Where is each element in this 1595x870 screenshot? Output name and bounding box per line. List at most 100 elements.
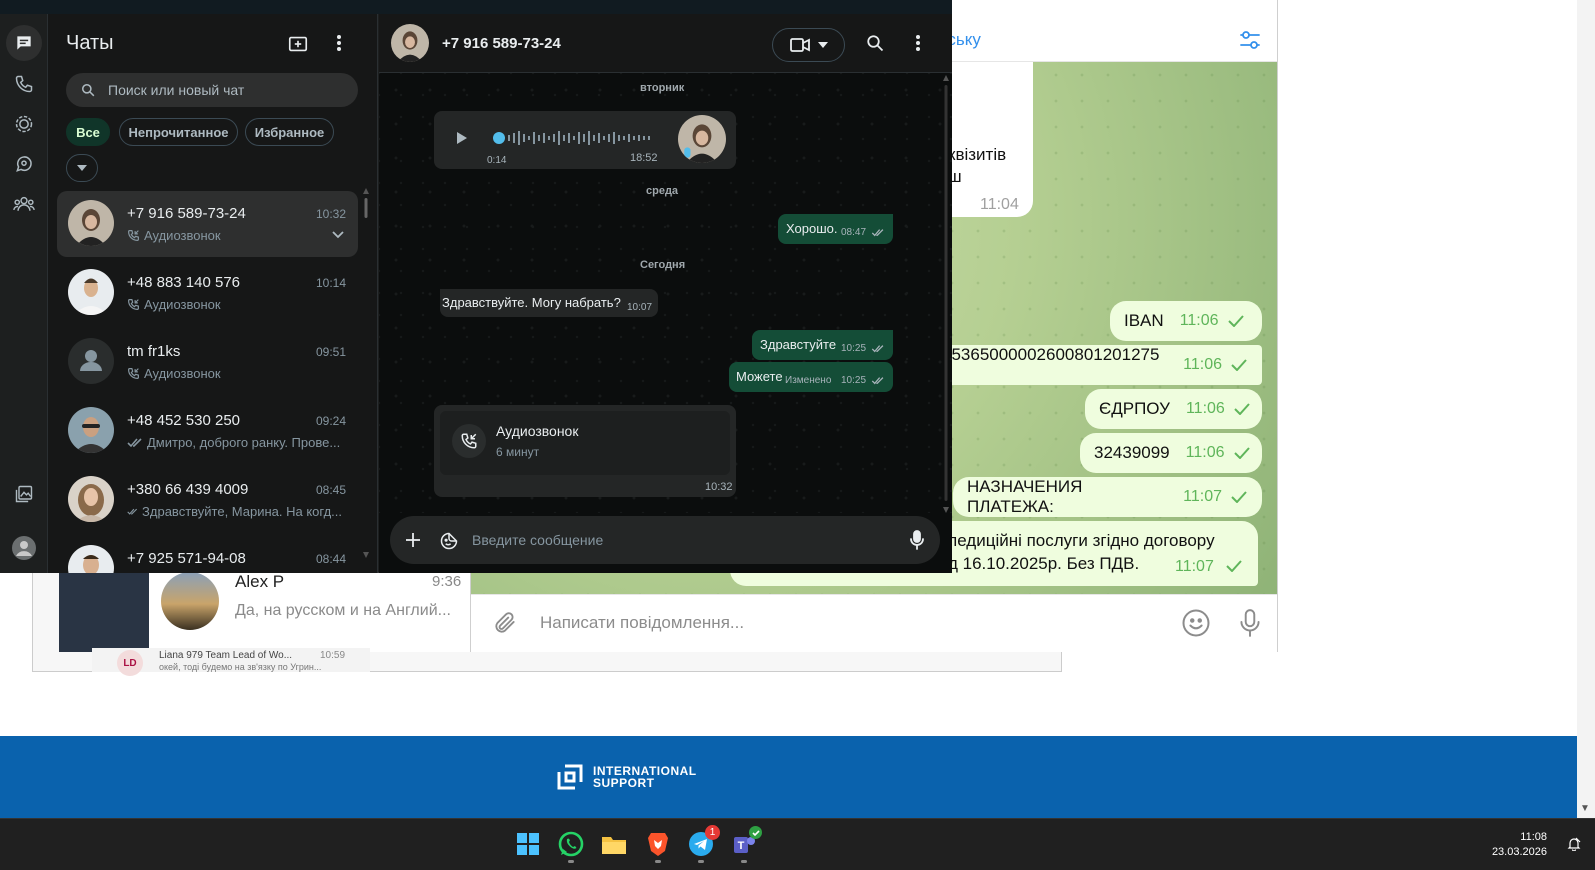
status-check-icon (749, 826, 762, 839)
chat-time: 08:45 (315, 483, 346, 497)
message-text: квізитів (948, 145, 1007, 164)
microphone-icon[interactable] (1237, 608, 1263, 638)
video-camera-icon (789, 38, 810, 52)
call-duration: 6 минут (496, 445, 540, 459)
scroll-down-arrow[interactable]: ▼ (1580, 803, 1590, 814)
chat-preview-text: Дмитро, доброго ранку. Прове... (147, 435, 341, 450)
telegram-icon[interactable]: 1 (686, 825, 720, 863)
clock-date: 23.03.2026 (1491, 846, 1547, 858)
plus-icon[interactable] (404, 531, 422, 549)
check-icon (1225, 560, 1243, 572)
outgoing-message: НАЗНАЧЕНИЯ ПЛАТЕЖА: 11:07 (953, 477, 1262, 517)
chat-list-item[interactable]: +48 452 530 250 09:24 Дмитро, доброго ра… (57, 398, 358, 464)
incoming-call-icon (128, 299, 139, 310)
message-time: 08:47 (841, 227, 867, 238)
double-check-icon (127, 508, 138, 515)
avatar (68, 545, 114, 573)
play-icon[interactable] (456, 131, 468, 145)
message-text: 25365000002600801201275​3 (942, 345, 1160, 384)
chat-list-item[interactable]: +48 883 140 576 10:14 Аудиозвонок (57, 260, 358, 326)
contact-name[interactable]: +7 916 589-73-24 (442, 35, 561, 52)
chat-time: 9:36 (432, 573, 462, 590)
filter-chip-unread[interactable]: Непрочитанное (119, 118, 238, 146)
chevron-down-icon[interactable] (66, 154, 98, 182)
start-icon[interactable] (513, 829, 543, 859)
more-options-icon[interactable] (336, 34, 342, 52)
avatar[interactable] (391, 24, 429, 62)
calls-icon[interactable] (6, 66, 42, 102)
avatar (68, 269, 114, 315)
attach-icon[interactable] (492, 610, 518, 636)
more-options-icon[interactable] (915, 34, 921, 52)
audio-waveform[interactable] (492, 128, 660, 148)
message-text: Можете (736, 369, 783, 384)
chat-list-scrollbar[interactable] (363, 188, 369, 558)
message-text: Здравствуйте. Могу набрать? (442, 295, 621, 310)
message-time: 11:04 (980, 196, 1019, 213)
edited-label: Изменено (785, 375, 832, 386)
incoming-call-icon (452, 424, 486, 458)
chats-icon[interactable] (6, 25, 42, 61)
channels-icon[interactable] (6, 146, 42, 182)
chat-name: +48 452 530 250 (127, 412, 241, 429)
chat-preview: Да, на русском и на Англий... (235, 602, 451, 619)
message-input[interactable]: Написати повідомлення... (540, 613, 744, 633)
sticker-icon[interactable] (439, 531, 459, 551)
chat-list-item[interactable]: +7 925 571-94-08 08:44 (57, 536, 358, 573)
chat-preview: Аудиозвонок (127, 366, 342, 381)
page-scrollbar[interactable] (1577, 0, 1595, 818)
chat-preview: Здравствуйте, Марина. На когд... (127, 504, 342, 519)
brave-browser-icon[interactable] (643, 829, 673, 863)
search-input[interactable]: Поиск или новый чат (108, 82, 244, 98)
chat-name: +380 66 439 4009 (127, 481, 249, 498)
status-icon[interactable] (6, 106, 42, 142)
chat-preview-text: Здравствуйте, Марина. На когд... (142, 504, 342, 519)
profile-avatar[interactable] (6, 530, 42, 566)
chat-list-item[interactable]: tm fr1ks 09:51 Аудиозвонок (57, 329, 358, 395)
system-clock[interactable]: 11:08 23.03.2026 (1492, 830, 1547, 860)
message-text: Хорошо. (786, 221, 838, 236)
communities-icon[interactable] (6, 186, 42, 222)
background-app-sidebar (59, 570, 149, 652)
message-time: 10:07 (627, 302, 653, 313)
emoji-icon[interactable] (1181, 608, 1211, 638)
chevron-down-icon[interactable] (332, 231, 344, 239)
window-titlebar[interactable] (0, 0, 952, 14)
chat-list-item[interactable]: +7 916 589-73-24 10:32 Аудиозвонок (57, 191, 358, 257)
chevron-down-icon (817, 42, 828, 48)
running-indicator (698, 860, 704, 863)
conversation-scrollbar[interactable] (943, 75, 949, 513)
incoming-call-icon (128, 230, 139, 241)
chat-time: 09:24 (315, 414, 346, 428)
file-explorer-icon[interactable] (599, 829, 629, 859)
outgoing-message: ЄДРПОУ 11:06 (1085, 389, 1262, 429)
chat-preview-text: Аудиозвонок (144, 297, 221, 312)
outgoing-message: 32439099 11:06 (1080, 433, 1262, 473)
search-icon[interactable] (866, 34, 884, 52)
whatsapp-icon[interactable] (556, 829, 586, 863)
video-call-button[interactable] (772, 28, 845, 62)
chat-name: tm fr1ks (127, 343, 181, 360)
new-chat-icon[interactable] (287, 33, 309, 55)
call-title: Аудиозвонок (496, 423, 579, 439)
svg-text:T: T (738, 840, 745, 852)
microphone-icon[interactable] (910, 530, 924, 550)
filter-icon[interactable] (1238, 28, 1262, 52)
teams-icon[interactable]: T (729, 826, 762, 863)
chat-list-item[interactable]: +380 66 439 4009 08:45 Здравствуйте, Мар… (57, 467, 358, 533)
filter-chip-favorites[interactable]: Избранное (245, 118, 334, 146)
media-icon[interactable] (6, 476, 42, 512)
avatar (161, 572, 219, 630)
double-check-icon (871, 377, 884, 385)
message-time: 10:25 (841, 343, 867, 354)
chat-name: Alex P (235, 572, 285, 591)
message-time: 11:07 (1183, 488, 1222, 505)
notification-bell-icon[interactable] (1567, 837, 1581, 851)
message-time: 11:06 (1185, 444, 1225, 461)
message-input[interactable]: Введите сообщение (472, 532, 603, 548)
message-time: 11:06 (1183, 356, 1222, 373)
filter-chip-all[interactable]: Все (66, 118, 110, 146)
avatar (68, 407, 114, 453)
chat-time: 08:44 (315, 552, 346, 566)
message-text: ЄДРПОУ (1099, 399, 1170, 418)
